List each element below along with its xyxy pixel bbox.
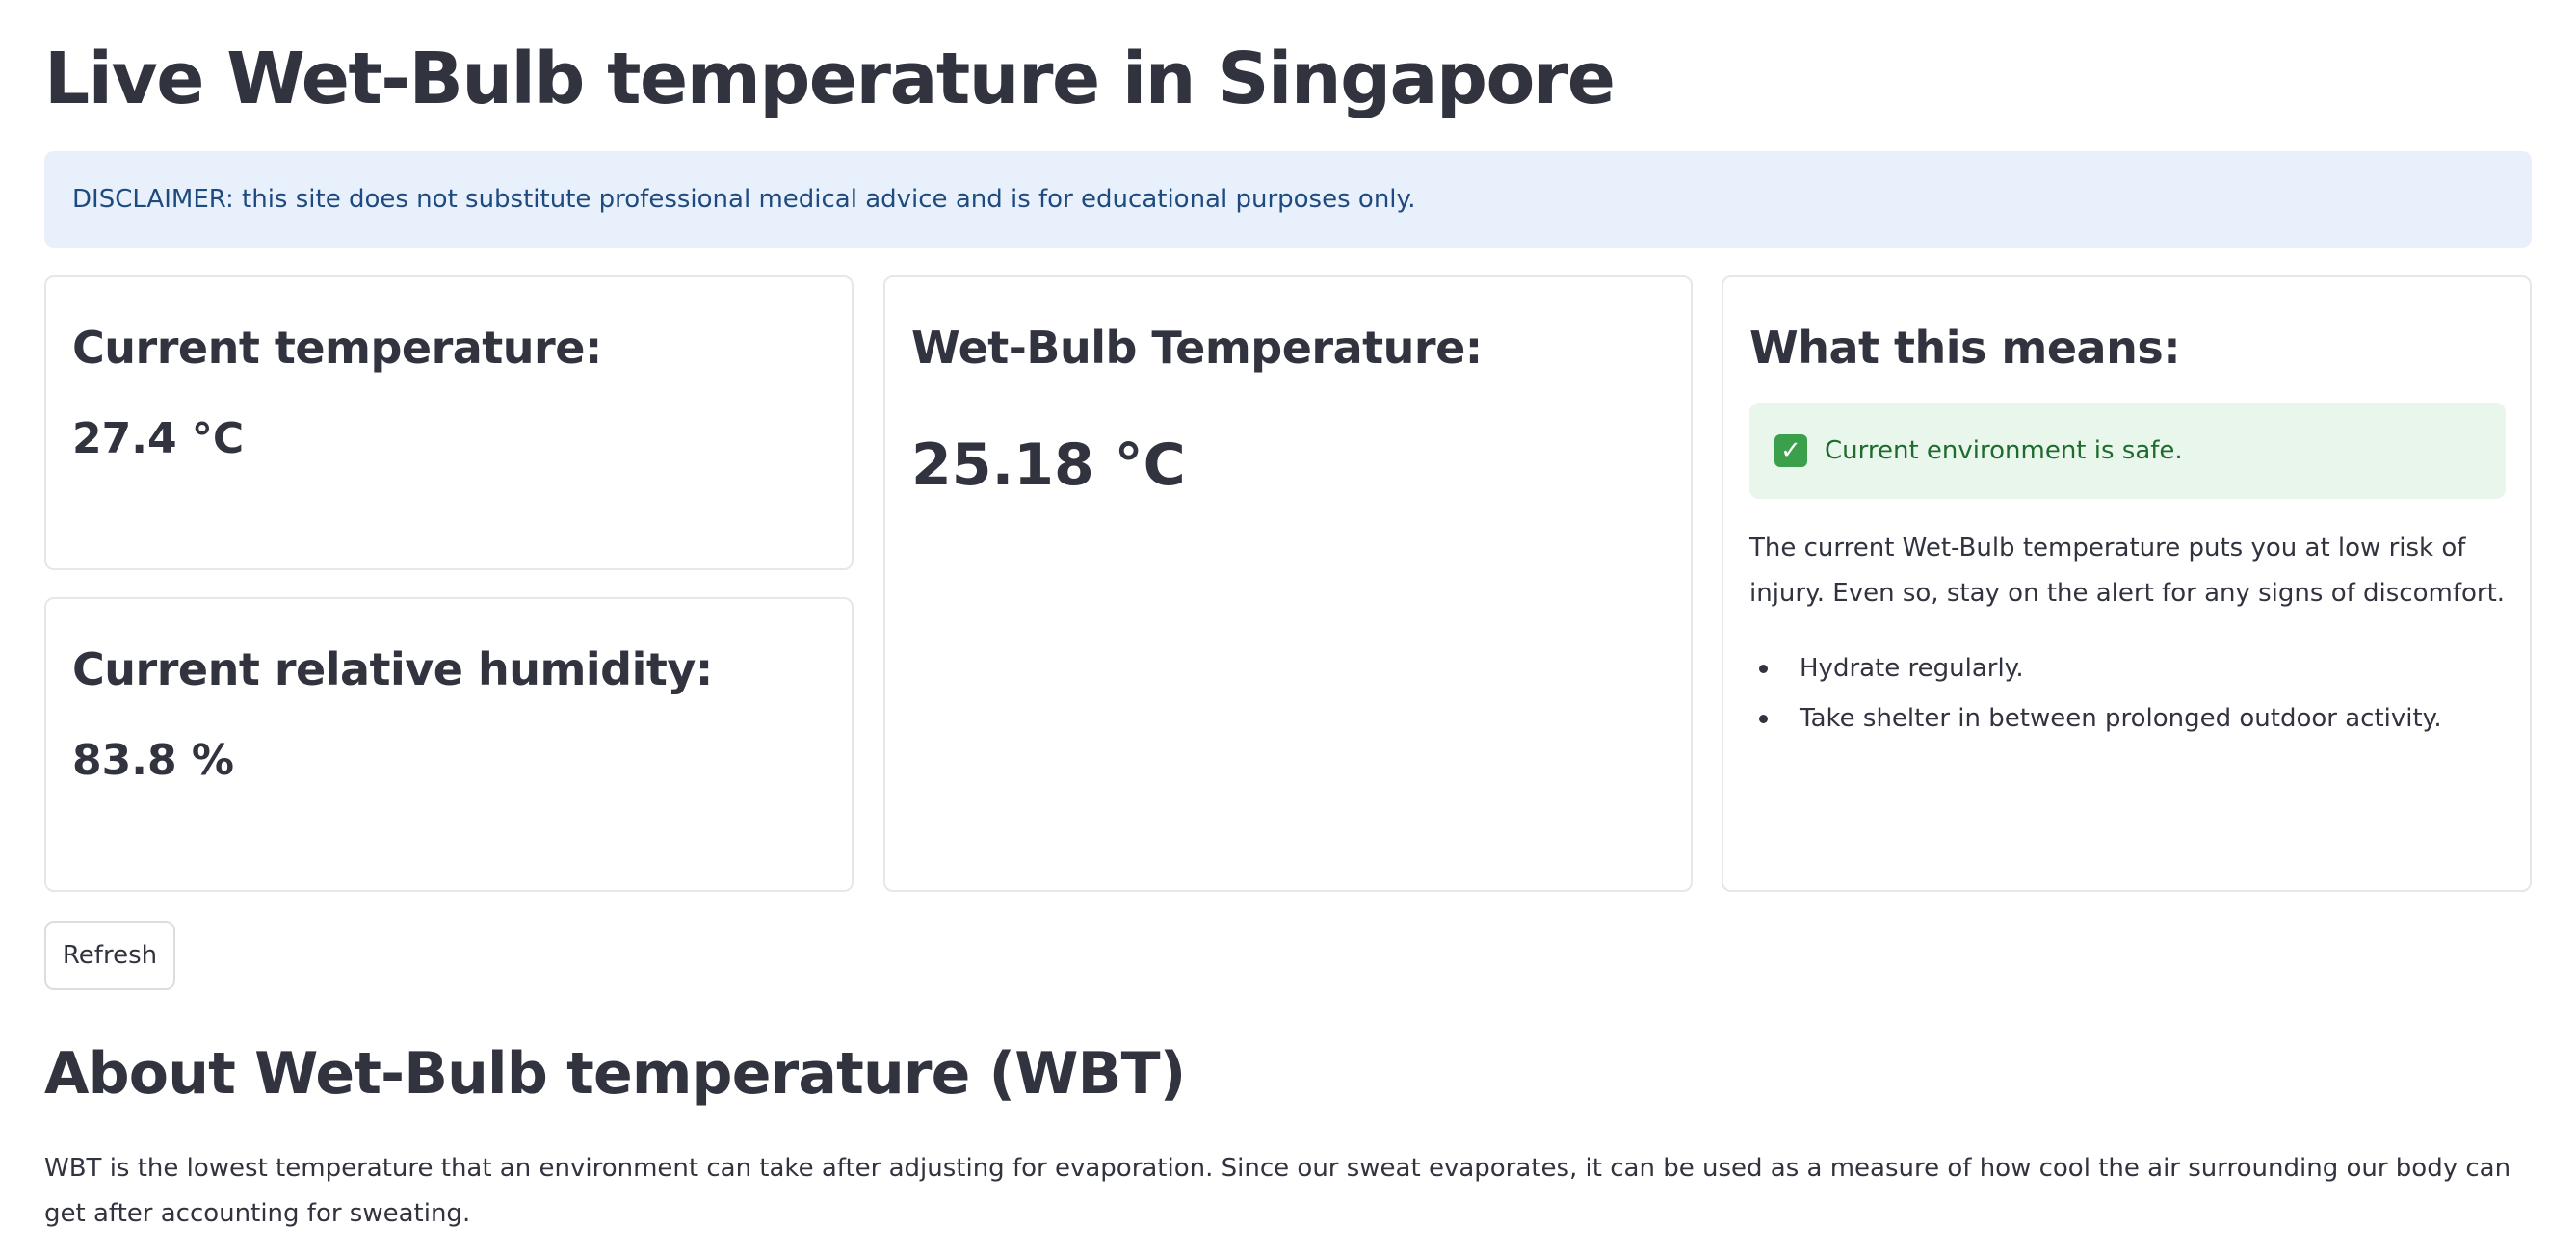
meaning-card: What this means: ✓ Current environment i… bbox=[1722, 275, 2532, 892]
wet-bulb-value: 25.18 °C bbox=[911, 431, 1186, 499]
safety-status-alert: ✓ Current environment is safe. bbox=[1749, 403, 2506, 499]
meaning-heading: What this means: bbox=[1749, 322, 2181, 374]
temperature-heading: Current temperature: bbox=[72, 322, 602, 374]
about-heading: About Wet-Bulb temperature (WBT) bbox=[44, 1040, 1186, 1108]
page-title: Live Wet-Bulb temperature in Singapore bbox=[44, 38, 1616, 120]
humidity-heading: Current relative humidity: bbox=[72, 643, 713, 695]
check-mark-icon: ✓ bbox=[1774, 434, 1807, 467]
disclaimer-banner: DISCLAIMER: this site does not substitut… bbox=[44, 151, 2532, 248]
wet-bulb-heading: Wet-Bulb Temperature: bbox=[911, 322, 1483, 374]
humidity-card: Current relative humidity: 83.8 % bbox=[44, 597, 854, 892]
about-text: WBT is the lowest temperature that an en… bbox=[44, 1154, 2511, 1228]
temperature-value: 27.4 °C bbox=[72, 414, 245, 463]
wet-bulb-card: Wet-Bulb Temperature: 25.18 °C bbox=[883, 275, 1693, 892]
bullet-icon bbox=[1759, 665, 1768, 673]
humidity-value: 83.8 % bbox=[72, 736, 234, 785]
tips-list: Hydrate regularly. Take shelter in betwe… bbox=[1749, 643, 2442, 744]
tip-text: Hydrate regularly. bbox=[1800, 654, 2024, 683]
bullet-icon bbox=[1759, 715, 1768, 723]
refresh-button[interactable]: Refresh bbox=[44, 921, 175, 990]
list-item: Take shelter in between prolonged outdoo… bbox=[1749, 693, 2442, 744]
disclaimer-text: DISCLAIMER: this site does not substitut… bbox=[72, 185, 1416, 214]
tip-text: Take shelter in between prolonged outdoo… bbox=[1800, 704, 2442, 733]
safety-status-text: Current environment is safe. bbox=[1825, 436, 2183, 465]
risk-description: The current Wet-Bulb temperature puts yo… bbox=[1749, 534, 2506, 608]
temperature-card: Current temperature: 27.4 °C bbox=[44, 275, 854, 570]
list-item: Hydrate regularly. bbox=[1749, 643, 2442, 693]
